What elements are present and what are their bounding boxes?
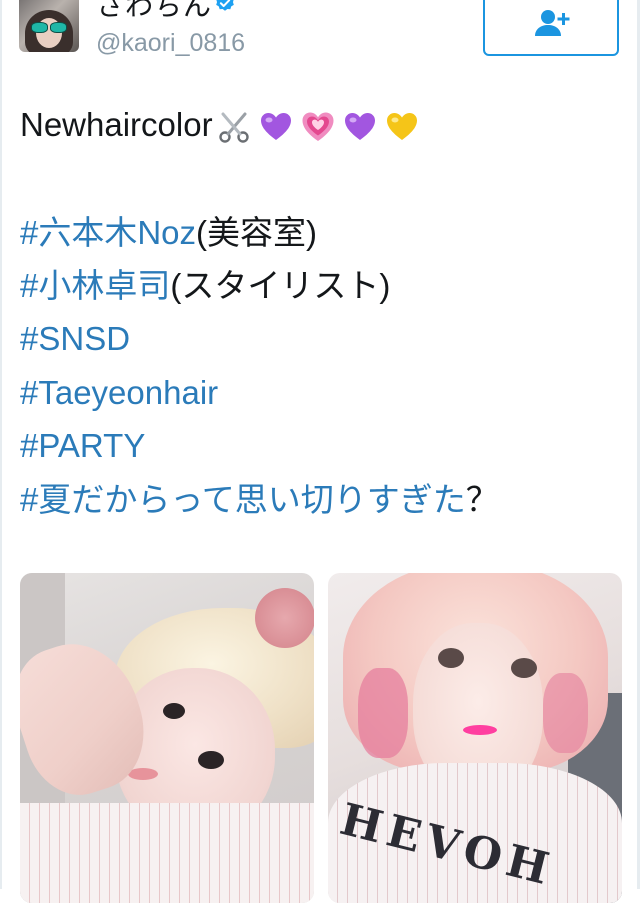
photo-eye bbox=[198, 751, 224, 769]
tweet-line-hashtag-4: #Taeyeonhair bbox=[20, 373, 218, 413]
yellow-heart-icon bbox=[386, 113, 417, 141]
purple-heart-icon bbox=[344, 113, 375, 141]
avatar-sunglasses bbox=[31, 22, 67, 33]
hashtag-suffix: (美容室) bbox=[196, 214, 318, 251]
hashtag-link[interactable]: #小林卓司 bbox=[20, 267, 170, 304]
photo-lips bbox=[463, 725, 497, 735]
growing-heart-icon bbox=[302, 112, 334, 142]
emoji-row bbox=[217, 110, 427, 144]
hashtag-link[interactable]: #PARTY bbox=[20, 427, 145, 464]
tweet-line-hashtag-2: #小林卓司(スタイリスト) bbox=[20, 266, 390, 306]
hashtag-suffix: (スタイリスト) bbox=[170, 267, 391, 304]
display-name[interactable]: さわちん bbox=[96, 0, 212, 24]
hashtag-link[interactable]: #SNSD bbox=[20, 320, 130, 357]
left-border bbox=[0, 0, 2, 889]
follow-button[interactable] bbox=[483, 0, 619, 56]
photo-eye bbox=[511, 658, 537, 678]
photo-hair-tips bbox=[543, 673, 588, 753]
photo-hair-tips bbox=[358, 668, 408, 758]
tweet-line-1: Newhaircolor bbox=[20, 105, 427, 145]
photo-eye bbox=[438, 648, 464, 668]
user-handle[interactable]: @kaori_0816 bbox=[96, 29, 245, 58]
tweet-line-hashtag-1: #六本木Noz(美容室) bbox=[20, 213, 317, 253]
media-photo-2[interactable]: HEVOH bbox=[328, 573, 622, 903]
avatar[interactable] bbox=[19, 0, 79, 52]
scissors-icon bbox=[218, 112, 249, 143]
add-user-icon bbox=[535, 10, 570, 36]
photo-eye bbox=[163, 703, 185, 719]
media-photo-1[interactable] bbox=[20, 573, 314, 903]
photo-hair-bun bbox=[255, 588, 314, 648]
hashtag-suffix: ？ bbox=[465, 481, 499, 518]
tweet-line-hashtag-3: #SNSD bbox=[20, 319, 130, 359]
tweet-line-hashtag-6: #夏だからって思い切りすぎた？ bbox=[20, 480, 499, 520]
hashtag-link[interactable]: #六本木Noz bbox=[20, 214, 196, 251]
tweet-line-hashtag-5: #PARTY bbox=[20, 426, 145, 466]
photo-shirt bbox=[20, 803, 314, 903]
purple-heart-icon bbox=[260, 113, 291, 141]
tweet-text-main: Newhaircolor bbox=[20, 106, 213, 143]
hashtag-link[interactable]: #夏だからって思い切りすぎた bbox=[20, 481, 466, 518]
verified-badge-icon bbox=[216, 0, 234, 11]
hashtag-link[interactable]: #Taeyeonhair bbox=[20, 374, 218, 411]
